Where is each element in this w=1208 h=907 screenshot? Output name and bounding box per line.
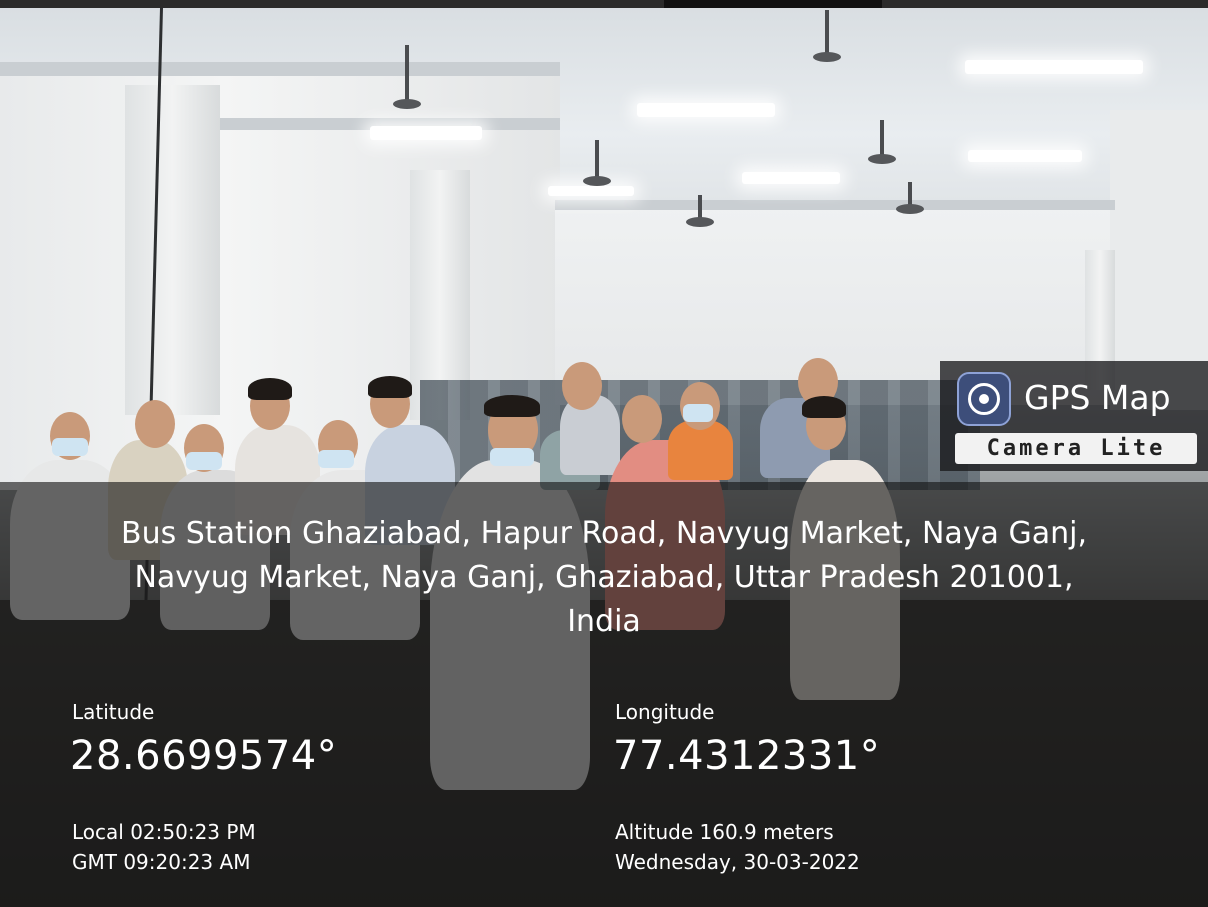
ceiling-light xyxy=(742,172,840,184)
ceiling-fan xyxy=(896,182,924,214)
address-block: Bus Station Ghaziabad, Hapur Road, Navyu… xyxy=(20,512,1188,644)
person-head xyxy=(622,395,662,443)
pillar xyxy=(125,85,220,415)
ceiling-beam xyxy=(555,200,1115,210)
top-edge-notch xyxy=(664,0,882,8)
ceiling-fan xyxy=(868,120,896,164)
ceiling-fan xyxy=(686,195,714,227)
date: Wednesday, 30-03-2022 xyxy=(615,850,860,874)
altitude: Altitude 160.9 meters xyxy=(615,820,834,844)
person-head xyxy=(135,400,175,448)
local-time: Local 02:50:23 PM xyxy=(72,820,256,844)
ceiling-fan xyxy=(583,140,611,186)
person-hair xyxy=(484,395,540,417)
address-line: India xyxy=(567,604,641,639)
ceiling-light xyxy=(370,126,482,140)
face-mask xyxy=(52,438,88,456)
gps-photo-frame: GPS Map Camera Lite Bus Station Ghaziaba… xyxy=(0,0,1208,907)
person-head xyxy=(562,362,602,410)
lens-dot xyxy=(979,394,989,404)
ceiling-light xyxy=(548,186,634,196)
app-name: GPS Map xyxy=(1024,378,1171,417)
face-mask xyxy=(683,404,713,422)
ceiling-light xyxy=(637,103,775,117)
camera-lens-icon xyxy=(957,372,1011,426)
person-hair xyxy=(802,396,846,418)
person-hair xyxy=(368,376,412,398)
person-hair xyxy=(248,378,292,400)
address-line: Bus Station Ghaziabad, Hapur Road, Navyu… xyxy=(121,516,1087,551)
longitude-label: Longitude xyxy=(615,700,715,724)
face-mask xyxy=(490,448,534,466)
latitude-value: 28.6699574° xyxy=(70,733,338,779)
ceiling-fan xyxy=(393,45,421,109)
top-edge xyxy=(0,0,1208,8)
app-edition: Camera Lite xyxy=(955,433,1197,464)
ceiling-light xyxy=(965,60,1143,74)
ceiling-beam xyxy=(0,62,560,76)
longitude-value: 77.4312331° xyxy=(613,733,881,779)
face-mask xyxy=(318,450,354,468)
gmt-time: GMT 09:20:23 AM xyxy=(72,850,251,874)
latitude-label: Latitude xyxy=(72,700,155,724)
address-line: Navyug Market, Naya Ganj, Ghaziabad, Utt… xyxy=(134,560,1074,595)
ceiling-fan xyxy=(813,10,841,62)
ceiling-light xyxy=(968,150,1082,162)
face-mask xyxy=(186,452,222,470)
